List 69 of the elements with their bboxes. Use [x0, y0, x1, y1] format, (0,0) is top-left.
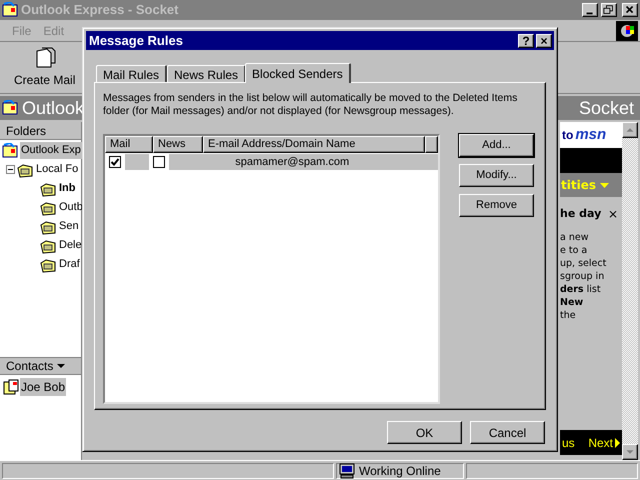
- tip-title: he day: [560, 206, 602, 222]
- tree-item[interactable]: Local Fo: [35, 161, 80, 178]
- tip-text: up, select: [560, 257, 608, 270]
- previous-link[interactable]: us: [562, 434, 575, 452]
- column-header[interactable]: News: [153, 136, 203, 153]
- scrollbar[interactable]: [622, 122, 638, 460]
- tree-item[interactable]: Draf: [58, 256, 81, 273]
- close-button[interactable]: ×: [536, 34, 552, 48]
- folder-icon: [40, 238, 56, 254]
- side-button[interactable]: Remove: [459, 194, 534, 217]
- table-cell[interactable]: spamamer@spam.com: [195, 154, 438, 170]
- header-title: Outlook: [22, 96, 84, 120]
- folder-icon: [40, 256, 56, 272]
- side-button[interactable]: Add...: [459, 134, 534, 157]
- scroll-down-button[interactable]: [622, 444, 638, 460]
- next-link[interactable]: Next: [588, 434, 620, 452]
- status-text: Working Online: [359, 462, 441, 480]
- window-title: Outlook Express - Socket: [21, 1, 180, 20]
- arrow-right-icon: [615, 438, 620, 448]
- dialog-title: Message Rules: [89, 32, 184, 50]
- folder-icon: [17, 162, 33, 178]
- folder-icon: [40, 200, 56, 216]
- help-button[interactable]: ?: [518, 34, 534, 48]
- tree-item[interactable]: Sen: [58, 218, 80, 235]
- close-button[interactable]: [622, 3, 638, 17]
- section-title[interactable]: tities: [561, 176, 596, 194]
- tip-text: e to a: [560, 244, 588, 257]
- checkbox[interactable]: [109, 156, 121, 168]
- pane-title: Folders: [0, 122, 81, 140]
- column-header[interactable]: Mail: [105, 136, 153, 153]
- create-mail-button[interactable]: Create Mail: [10, 46, 80, 89]
- tab[interactable]: News Rules: [167, 65, 246, 82]
- msn-logo: msn: [575, 124, 606, 145]
- scroll-up-button[interactable]: [622, 122, 638, 138]
- description-text: Messages from senders in the list below will automatically be moved to the Deleted Items folder (for Mail messages) and/or not displayed (for Newsgroup messages).: [103, 92, 518, 118]
- app-icon: [2, 100, 18, 116]
- checkbox[interactable]: [153, 156, 166, 168]
- app-icon: [2, 142, 18, 158]
- app-icon: [2, 2, 18, 18]
- contact-item[interactable]: Joe Bob: [20, 378, 66, 396]
- tree-item[interactable]: Outlook Exp: [20, 142, 82, 159]
- tab[interactable]: Blocked Senders: [245, 63, 351, 83]
- tip-text: a new: [560, 231, 590, 244]
- contact-card-icon: [3, 379, 19, 395]
- close-button[interactable]: ×: [608, 205, 618, 223]
- document-icon: [34, 46, 56, 68]
- dropdown-icon: [600, 182, 609, 188]
- tip-text: ders list: [560, 283, 602, 296]
- tip-text: the: [560, 309, 577, 322]
- tab[interactable]: Mail Rules: [96, 65, 168, 82]
- tip-text: sgroup in: [560, 270, 606, 283]
- banner-text: to: [562, 127, 574, 144]
- windows-logo-icon: [616, 20, 638, 40]
- restore-button[interactable]: [601, 3, 617, 17]
- dialog-button[interactable]: OK: [387, 421, 462, 444]
- ad-strip: [560, 148, 622, 173]
- tree-item[interactable]: Dele: [58, 237, 83, 254]
- tree-item[interactable]: Outb: [58, 199, 84, 216]
- column-header[interactable]: E-mail Address/Domain Name: [203, 136, 425, 153]
- minimize-button[interactable]: [582, 3, 598, 17]
- dialog-button[interactable]: Cancel: [470, 421, 545, 444]
- header-identity: Socket: [578, 96, 635, 120]
- collapse-icon[interactable]: [6, 165, 15, 174]
- folder-icon: [40, 180, 56, 196]
- dropdown-icon[interactable]: [57, 364, 66, 368]
- tree-item[interactable]: Inb: [58, 180, 76, 197]
- side-button[interactable]: Modify...: [459, 164, 534, 187]
- folder-icon: [40, 218, 56, 234]
- tip-text: New: [560, 296, 584, 309]
